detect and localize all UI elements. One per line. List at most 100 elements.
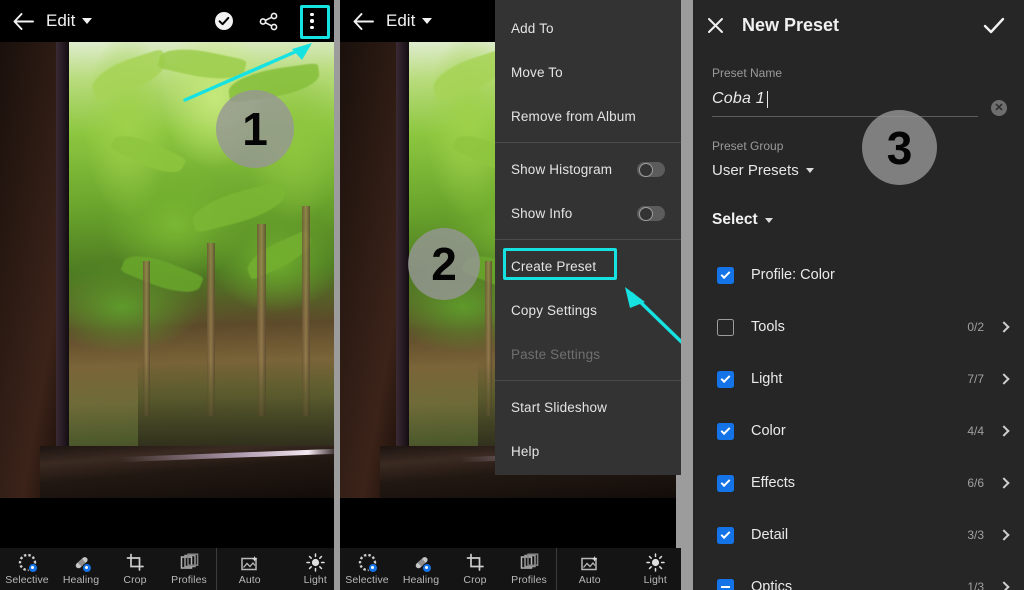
edit-title-dropdown[interactable]: Edit (46, 11, 93, 31)
menu-separator (495, 239, 681, 240)
menu-item-show-info[interactable]: Show Info (495, 191, 681, 235)
tool-auto[interactable]: Auto (223, 553, 277, 586)
panel-scrollbar[interactable] (684, 0, 693, 590)
clear-preset-name-button[interactable]: ✕ (991, 100, 1007, 116)
back-button[interactable] (0, 12, 46, 30)
bottom-toolbar-middle: Selective Healing Crop Profiles Auto Lig… (340, 548, 681, 590)
window-frame (340, 42, 396, 498)
tool-selective[interactable]: Selective (340, 553, 394, 586)
tool-label: Auto (238, 573, 261, 586)
new-preset-header: New Preset (693, 0, 1024, 50)
preset-item-row[interactable]: Detail 3/3 (693, 516, 1024, 554)
preset-group-dropdown[interactable]: User Presets (712, 162, 814, 179)
selective-brush-icon (358, 553, 378, 573)
preset-group-label: Preset Group (712, 139, 784, 153)
preset-name-label: Preset Name (712, 66, 783, 80)
toolbar-group-main-middle: Selective Healing Crop Profiles (340, 548, 556, 590)
preset-name-input[interactable]: Coba 1 (712, 90, 769, 108)
checkbox-unchecked-icon[interactable] (717, 318, 734, 336)
chevron-right-icon[interactable] (998, 321, 1010, 333)
chevron-right-icon[interactable] (998, 477, 1010, 489)
checkbox-checked-icon[interactable] (717, 526, 734, 544)
text-cursor (766, 90, 769, 108)
toolbar-group-secondary-left: Auto Light (216, 548, 334, 590)
menu-item-label: Remove from Album (511, 108, 636, 124)
menu-item-start-slideshow[interactable]: Start Slideshow (495, 385, 681, 429)
tool-auto[interactable]: Auto (563, 553, 617, 586)
preset-item-row[interactable]: Optics 1/3 (693, 568, 1024, 590)
checkbox-checked-icon[interactable] (717, 422, 734, 440)
select-dropdown[interactable]: Select (712, 211, 773, 229)
chevron-down-icon (805, 168, 814, 173)
profiles-stack-icon (180, 552, 199, 572)
preset-item-count: 4/4 (967, 424, 984, 438)
menu-item-add-to[interactable]: Add To (495, 6, 681, 50)
preset-item-count: 6/6 (967, 476, 984, 490)
menu-item-label: Move To (511, 64, 563, 80)
preset-item-row[interactable]: Profile: Color (693, 256, 1024, 294)
tool-crop[interactable]: Crop (448, 553, 502, 586)
tool-crop[interactable]: Crop (108, 553, 162, 586)
confirm-check-button[interactable] (202, 0, 246, 42)
preset-item-label: Color (751, 423, 786, 439)
tool-healing[interactable]: Healing (54, 553, 108, 586)
chevron-right-icon[interactable] (998, 581, 1010, 590)
menu-item-copy-settings[interactable]: Copy Settings (495, 288, 681, 332)
appbar-middle: Edit (340, 0, 495, 42)
bottom-toolbar-left: Selective Healing Crop Profiles Auto Lig… (0, 548, 334, 590)
menu-item-label: Help (511, 443, 540, 459)
step-badge-2: 2 (408, 228, 480, 300)
chevron-right-icon[interactable] (998, 529, 1010, 541)
menu-item-label: Show Histogram (511, 161, 613, 177)
share-button[interactable] (246, 0, 290, 42)
toolbar-group-main-left: Selective Healing Crop Profiles (0, 548, 216, 590)
letterbox-area (0, 498, 334, 548)
preset-item-row[interactable]: Color 4/4 (693, 412, 1024, 450)
tool-profiles[interactable]: Profiles (162, 552, 216, 586)
preset-group-value: User Presets (712, 162, 799, 179)
tool-light[interactable]: Light (288, 552, 334, 586)
back-button[interactable] (340, 12, 386, 30)
menu-item-help[interactable]: Help (495, 429, 681, 473)
chevron-down-icon (764, 217, 773, 223)
preset-item-row[interactable]: Effects 6/6 (693, 464, 1024, 502)
preset-item-row[interactable]: Tools 0/2 (693, 308, 1024, 346)
menu-item-show-histogram[interactable]: Show Histogram (495, 147, 681, 191)
crop-icon (126, 553, 145, 572)
panel-new-preset: New Preset Preset Name Coba 1 ✕ Preset G… (684, 0, 1024, 590)
select-label: Select (712, 211, 758, 228)
confirm-preset-button[interactable] (982, 16, 1010, 35)
tool-label: Light (643, 573, 667, 586)
edit-title-dropdown[interactable]: Edit (386, 11, 433, 31)
checkbox-checked-icon[interactable] (717, 474, 734, 492)
show-histogram-toggle[interactable] (637, 161, 665, 177)
window-mullion (396, 42, 409, 498)
menu-item-label: Show Info (511, 205, 573, 221)
menu-item-paste-settings: Paste Settings (495, 332, 681, 376)
tool-healing[interactable]: Healing (394, 553, 448, 586)
annotation-box-create-preset (503, 248, 617, 280)
tool-label: Profiles (511, 573, 547, 586)
chevron-right-icon[interactable] (998, 425, 1010, 437)
checkbox-partial-icon[interactable] (717, 578, 734, 590)
annotation-box-overflow-menu (300, 5, 330, 39)
step-badge-1: 1 (216, 90, 294, 168)
chevron-right-icon[interactable] (998, 373, 1010, 385)
preset-name-underline (712, 116, 978, 117)
tool-selective[interactable]: Selective (0, 553, 54, 586)
tool-profiles[interactable]: Profiles (502, 552, 556, 586)
step-badge-3: 3 (862, 110, 937, 185)
preset-item-label: Profile: Color (751, 267, 835, 283)
preset-item-row[interactable]: Light 7/7 (693, 360, 1024, 398)
tool-light[interactable]: Light (628, 552, 681, 586)
light-sun-icon (306, 552, 325, 572)
menu-item-remove-from-album[interactable]: Remove from Album (495, 94, 681, 138)
show-info-toggle[interactable] (637, 205, 665, 221)
auto-image-icon (580, 553, 599, 572)
new-preset-title: New Preset (742, 14, 840, 35)
checkbox-checked-icon[interactable] (717, 370, 734, 388)
menu-item-move-to[interactable]: Move To (495, 50, 681, 94)
checkbox-checked-icon[interactable] (717, 266, 734, 284)
close-button[interactable] (707, 17, 724, 34)
preset-item-label: Light (751, 371, 783, 387)
